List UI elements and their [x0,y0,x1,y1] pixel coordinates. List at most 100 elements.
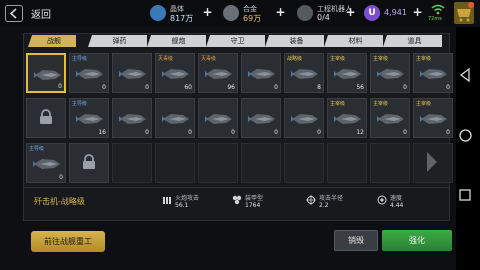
warship-item[interactable]: 0 [198,98,238,138]
stat-label: 攻击半径 [319,195,344,202]
warship-icon [247,65,277,87]
lock-icon [39,109,53,129]
item-count: 60 [184,84,192,91]
item-count: 96 [227,84,235,91]
stat-value: 1764 [245,202,261,209]
warship-item[interactable]: 战略级 8 [284,53,324,93]
stat-value: 4.44 [390,202,404,209]
locked-slot[interactable] [69,143,109,183]
warship-item[interactable]: 主宰级 12 [327,98,367,138]
notification-dot [468,2,474,8]
warship-item[interactable]: 0 [112,53,152,93]
bullets-icon [163,197,171,204]
speed-icon [377,195,387,205]
warship-item[interactable]: 主导级 16 [69,98,109,138]
warship-item[interactable]: 0 [241,53,281,93]
item-count: 0 [102,84,106,91]
item-count: 0 [403,84,407,91]
crosshair-icon [306,195,316,205]
item-count: 0 [446,129,450,136]
system-nav-bar [456,27,480,270]
tab-ammo[interactable]: 弹药 [88,35,147,47]
tab-guard[interactable]: 守卫 [206,35,265,47]
warship-item[interactable]: 灭毒级 60 [155,53,195,93]
add-crystal-icon[interactable]: + [202,6,213,18]
warship-item[interactable]: 0 [26,53,66,93]
tab-equipment[interactable]: 装备 [265,35,324,47]
empty-slot [112,143,152,183]
item-count: 0 [145,84,149,91]
goto-shipyard-button[interactable]: 前往战舰重工 [31,231,105,252]
warship-icon [118,65,148,87]
ship-name: 歼击机-战略级 [34,197,85,206]
tab-warships[interactable]: 战舰 [28,35,76,47]
warship-item[interactable]: 0 [241,98,281,138]
add-alloy-icon[interactable]: + [275,6,286,18]
warship-icon [419,110,449,132]
empty-slot [327,143,367,183]
rank-tag: 战略级 [287,56,303,62]
warship-icon [32,155,62,177]
wifi-icon [431,4,445,15]
warship-item[interactable]: 灭毒级 96 [198,53,238,93]
latency-label: 72ms [428,16,442,22]
rank-tag: 主宰级 [373,101,389,107]
nav-home-icon[interactable] [459,129,472,142]
item-count: 0 [231,129,235,136]
locked-slot[interactable] [26,98,66,138]
item-count: 0 [58,83,62,90]
rank-tag: 灭毒级 [158,56,174,62]
divider [23,187,450,188]
item-count: 0 [188,129,192,136]
rank-tag: 主导级 [29,146,45,152]
warship-item[interactable]: 主宰级 0 [413,53,453,93]
warship-icon [376,110,406,132]
gem-icon: U [364,5,380,21]
item-count: 56 [356,84,364,91]
warship-icon [161,110,191,132]
nav-recents-icon[interactable] [459,189,471,201]
alloy-resource: 合金 69万 [223,4,303,23]
crystal-resource: 晶体 817万 [150,4,230,23]
add-robot-icon[interactable]: + [345,6,356,18]
next-page-icon[interactable] [424,150,440,174]
stat-value: 56.1 [175,202,189,209]
warship-item[interactable]: 主导级 0 [26,143,66,183]
stat-value: 2.2 [319,202,329,209]
stat-label: 火炮攻击 [175,195,200,202]
add-gem-icon[interactable]: + [412,6,423,18]
rank-tag: 灭毒级 [201,56,217,62]
warship-icon [118,110,148,132]
item-count: 0 [403,129,407,136]
tab-guns[interactable]: 舰炮 [147,35,206,47]
robot-resource: 工程机器人 0/4 [297,4,367,23]
warship-item[interactable]: 主宰级 0 [370,53,410,93]
scrap-button[interactable]: 销毁 [334,230,378,251]
warship-item[interactable]: 0 [155,98,195,138]
nav-back-icon[interactable] [459,68,471,82]
warship-icon [247,110,277,132]
warship-item[interactable]: 0 [112,98,152,138]
gem-value: 4,941 [384,8,407,17]
warship-item[interactable]: 主导级 0 [69,53,109,93]
alloy-icon [223,5,239,21]
warship-item[interactable]: 主宰级 0 [413,98,453,138]
back-label: 返回 [31,10,51,21]
item-count: 0 [145,129,149,136]
warship-item[interactable]: 主宰级 0 [370,98,410,138]
item-count: 8 [317,84,321,91]
crystal-icon [150,5,166,21]
rank-tag: 主导级 [72,101,88,107]
warship-item[interactable]: 0 [284,98,324,138]
warship-item[interactable]: 主宰级 56 [327,53,367,93]
item-count: 0 [446,84,450,91]
rank-tag: 主宰级 [416,56,432,62]
empty-slot [241,143,281,183]
back-button[interactable] [5,5,23,22]
tab-items[interactable]: 道具 [383,35,442,47]
robot-value: 0/4 [317,13,330,22]
item-count: 12 [356,129,364,136]
upgrade-button[interactable]: 强化 [382,230,452,251]
rank-tag: 主导级 [72,56,88,62]
tab-materials[interactable]: 材料 [324,35,383,47]
